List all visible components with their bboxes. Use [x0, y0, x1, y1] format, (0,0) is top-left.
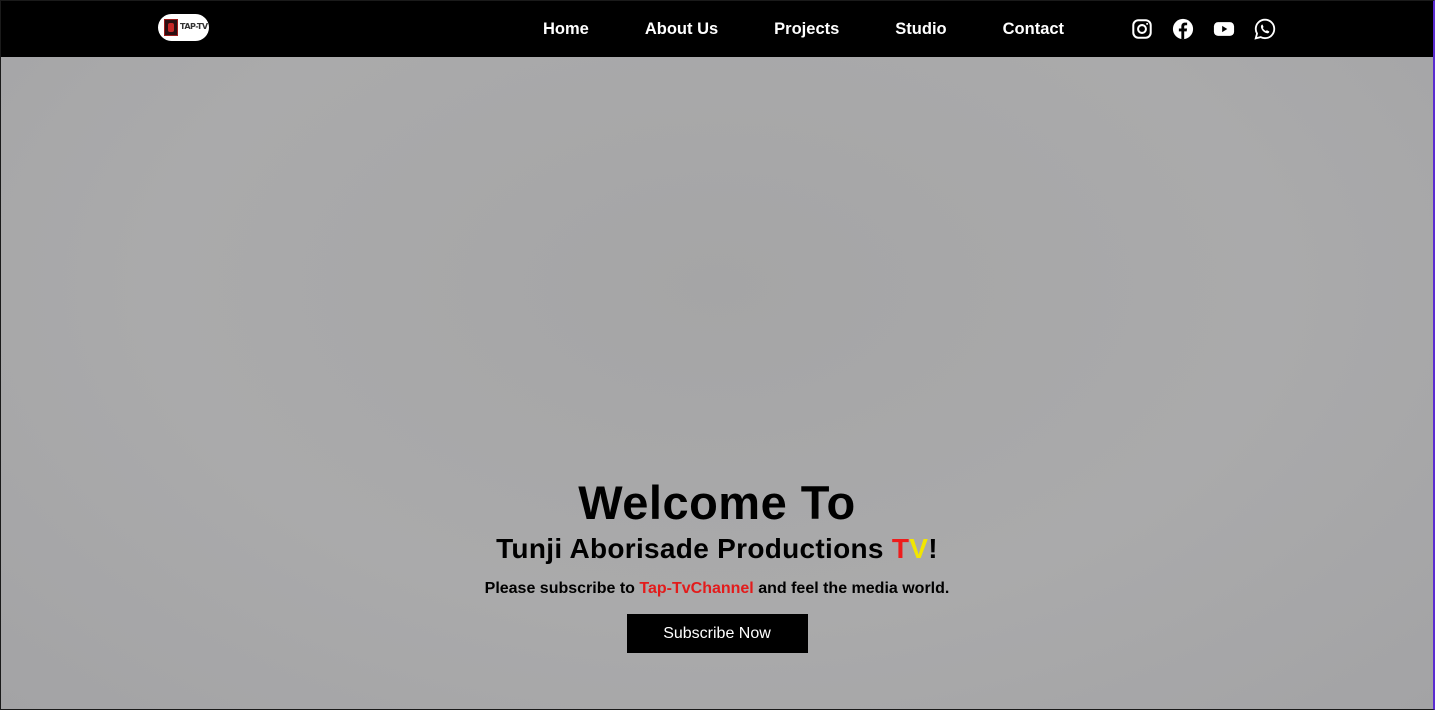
- tap-tv-logo-icon: [164, 19, 178, 36]
- tagline-prefix: Please subscribe to: [484, 580, 640, 597]
- subscribe-tagline: Please subscribe to Tap-TvChannel and fe…: [1, 579, 1433, 599]
- tagline-suffix: and feel the media world.: [753, 580, 950, 597]
- instagram-icon[interactable]: [1131, 18, 1153, 40]
- youtube-icon[interactable]: [1213, 18, 1235, 40]
- subscribe-button[interactable]: Subscribe Now: [626, 614, 808, 653]
- facebook-icon[interactable]: [1172, 18, 1194, 40]
- company-name: Tunji Aborisade Productions: [496, 533, 892, 564]
- logo-text: TAP-TV: [180, 22, 208, 31]
- nav-link-studio[interactable]: Studio: [867, 20, 974, 39]
- nav-link-projects[interactable]: Projects: [746, 20, 867, 39]
- channel-name: Tap-TvChannel: [639, 580, 754, 597]
- top-navbar: TAP-TV Home About Us Projects Studio Con…: [1, 1, 1433, 57]
- company-heading: Tunji Aborisade Productions TV!: [1, 532, 1433, 566]
- whatsapp-icon[interactable]: [1254, 18, 1276, 40]
- page: TAP-TV Home About Us Projects Studio Con…: [0, 0, 1435, 710]
- main-nav: Home About Us Projects Studio Contact: [515, 1, 1092, 57]
- company-tv-t: T: [891, 533, 910, 564]
- logo[interactable]: TAP-TV: [158, 14, 209, 41]
- company-exclamation: !: [928, 533, 938, 564]
- nav-link-contact[interactable]: Contact: [975, 20, 1092, 39]
- nav-link-about-us[interactable]: About Us: [617, 20, 746, 39]
- welcome-heading: Welcome To: [578, 476, 856, 529]
- company-tv-v: V: [909, 533, 929, 564]
- social-links: [1131, 18, 1276, 40]
- hero-content: Welcome To Tunji Aborisade Productions T…: [1, 477, 1433, 653]
- hero-section: Welcome To Tunji Aborisade Productions T…: [1, 57, 1433, 709]
- nav-link-home[interactable]: Home: [515, 20, 617, 39]
